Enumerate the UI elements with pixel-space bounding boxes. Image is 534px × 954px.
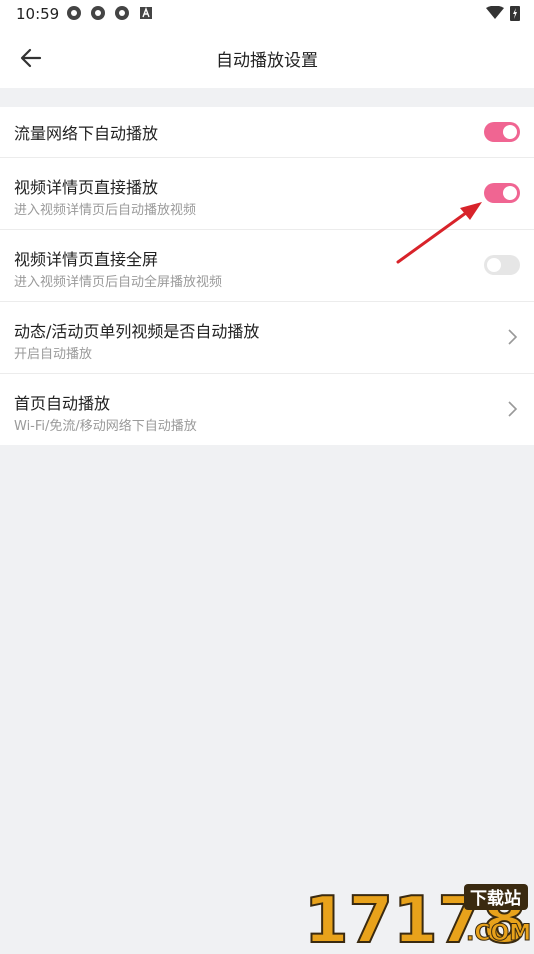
page-title: 自动播放设置 (216, 51, 318, 71)
setting-label: 视频详情页直接全屏 (14, 250, 159, 269)
setting-row-feed-autoplay[interactable]: 动态/活动页单列视频是否自动播放 开启自动播放 (0, 302, 534, 374)
setting-sublabel: Wi-Fi/免流/移动网络下自动播放 (14, 419, 197, 434)
chevron-right-icon (508, 329, 518, 345)
annotation-arrow-icon (396, 202, 482, 264)
chevron-right-icon (508, 401, 518, 417)
notification-icons (66, 5, 154, 21)
setting-label: 动态/活动页单列视频是否自动播放 (14, 322, 260, 341)
system-icons (486, 5, 520, 21)
wifi-icon (486, 6, 504, 19)
aperture-icon (91, 6, 105, 20)
toggle-knob (503, 186, 517, 200)
watermark-logo: 17178 下载站 .COM (294, 880, 534, 954)
setting-row-mobile-data-autoplay[interactable]: 流量网络下自动播放 (0, 107, 534, 158)
setting-sublabel: 开启自动播放 (14, 347, 93, 362)
site-logo-icon: 17178 下载站 .COM (303, 883, 532, 954)
status-time: 10:59 (16, 5, 60, 23)
a-badge-icon (140, 7, 152, 19)
status-bar: 10:59 (0, 0, 534, 28)
watermark-domain: .COM (466, 921, 531, 946)
setting-row-home-autoplay[interactable]: 首页自动播放 Wi-Fi/免流/移动网络下自动播放 (0, 374, 534, 445)
setting-label: 视频详情页直接播放 (14, 178, 159, 197)
setting-label: 首页自动播放 (14, 394, 111, 413)
watermark-badge: 下载站 (470, 888, 521, 909)
setting-sublabel: 进入视频详情页后自动全屏播放视频 (14, 275, 223, 290)
mobile-data-autoplay-toggle[interactable] (484, 122, 520, 142)
settings-list: 流量网络下自动播放 视频详情页直接播放 进入视频详情页后自动播放视频 视频详情页… (0, 107, 534, 445)
aperture-icon (67, 6, 81, 20)
setting-label: 流量网络下自动播放 (14, 124, 159, 143)
aperture-icon (115, 6, 129, 20)
app-bar: 自动播放设置 (0, 28, 534, 88)
setting-sublabel: 进入视频详情页后自动播放视频 (14, 203, 197, 218)
toggle-knob (503, 125, 517, 139)
battery-charging-icon (510, 6, 520, 21)
